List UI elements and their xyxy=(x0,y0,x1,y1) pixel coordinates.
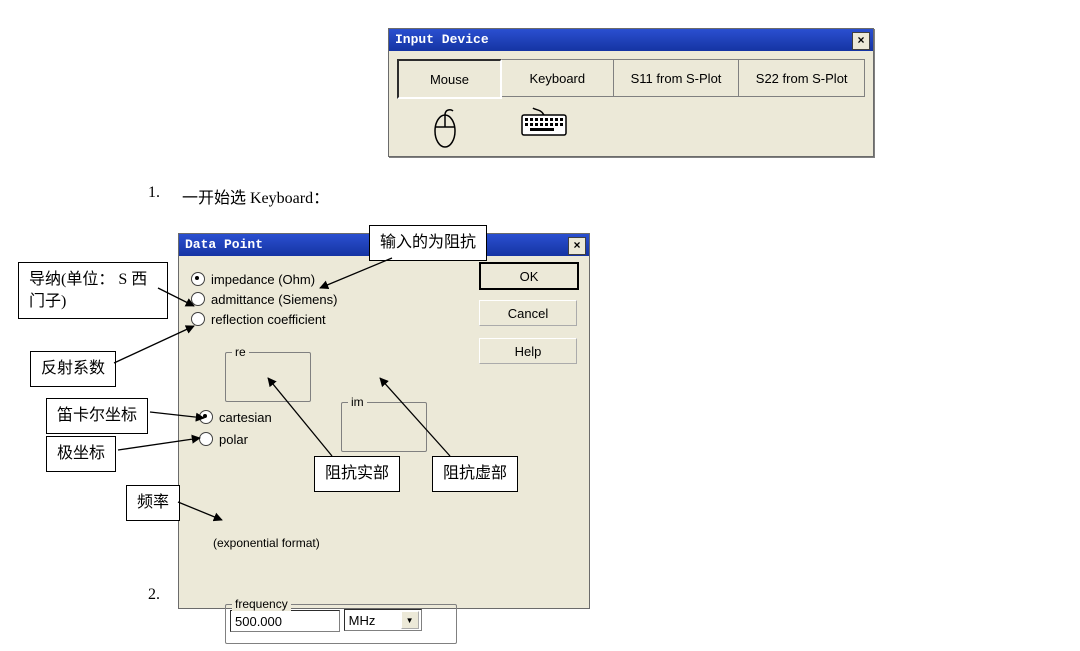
input-device-title: Input Device xyxy=(395,32,489,47)
radio-impedance-label: impedance (Ohm) xyxy=(211,272,315,287)
cancel-label: Cancel xyxy=(508,306,548,321)
ok-label: OK xyxy=(520,269,539,284)
re-input[interactable] xyxy=(230,357,304,391)
anno-re: 阻抗实部 xyxy=(314,456,400,492)
list-item-1-text: 一开始选 Keyboard： xyxy=(182,184,329,208)
anno-impedance-hint: 输入的为阻抗 xyxy=(369,225,487,261)
tab-s22-label: S22 from S-Plot xyxy=(756,71,848,86)
tab-keyboard-label: Keyboard xyxy=(529,71,585,86)
radio-admittance-label: admittance (Siemens) xyxy=(211,292,337,307)
radio-cartesian-label: cartesian xyxy=(219,410,272,425)
re-fieldset: re xyxy=(225,352,311,402)
list-item-1-number: 1. xyxy=(148,184,160,202)
tab-s22[interactable]: S22 from S-Plot xyxy=(739,59,865,97)
radio-impedance[interactable]: impedance (Ohm) xyxy=(191,270,337,288)
frequency-fieldset: frequency MHz ▼ xyxy=(225,604,457,644)
anno-im: 阻抗虚部 xyxy=(432,456,518,492)
cancel-button[interactable]: Cancel xyxy=(479,300,577,326)
mouse-icon xyxy=(429,107,461,152)
radio-reflection-dot[interactable] xyxy=(191,312,205,326)
radio-polar[interactable]: polar xyxy=(199,430,272,448)
list-item-2-number: 2. xyxy=(148,586,160,604)
anno-polar: 极坐标 xyxy=(46,436,116,472)
input-device-dialog: Input Device × Mouse Keyboard S11 from S… xyxy=(388,28,874,157)
input-device-titlebar: Input Device × xyxy=(389,29,873,51)
anno-reflection: 反射系数 xyxy=(30,351,116,387)
exponential-format-label: (exponential format) xyxy=(213,536,320,550)
radio-impedance-dot[interactable] xyxy=(191,272,205,286)
help-label: Help xyxy=(515,344,542,359)
ok-button[interactable]: OK xyxy=(479,262,579,290)
radio-polar-label: polar xyxy=(219,432,248,447)
data-point-dialog: Data Point × impedance (Ohm) admittance … xyxy=(178,233,590,609)
close-icon[interactable]: × xyxy=(568,237,586,255)
chevron-down-icon: ▼ xyxy=(401,611,419,629)
anno-admittance: 导纳(单位： S 西门子) xyxy=(18,262,168,319)
im-fieldset: im xyxy=(341,402,427,452)
radio-reflection-label: reflection coefficient xyxy=(211,312,326,327)
radio-reflection[interactable]: reflection coefficient xyxy=(191,310,337,328)
tab-s11[interactable]: S11 from S-Plot xyxy=(614,59,740,97)
input-device-tabs: Mouse Keyboard S11 from S-Plot S22 from … xyxy=(389,51,873,107)
frequency-input[interactable] xyxy=(230,610,340,632)
im-input[interactable] xyxy=(346,407,420,441)
keyboard-icon xyxy=(521,107,567,152)
frequency-unit-select[interactable]: MHz ▼ xyxy=(344,609,422,631)
frequency-unit-label: MHz xyxy=(349,613,376,628)
close-icon[interactable]: × xyxy=(852,32,870,50)
radio-cartesian-dot[interactable] xyxy=(199,410,213,424)
data-point-title: Data Point xyxy=(185,237,263,252)
tab-keyboard[interactable]: Keyboard xyxy=(502,59,614,97)
tab-s11-label: S11 from S-Plot xyxy=(631,71,722,86)
radio-admittance[interactable]: admittance (Siemens) xyxy=(191,290,337,308)
anno-cartesian: 笛卡尔坐标 xyxy=(46,398,148,434)
tab-mouse[interactable]: Mouse xyxy=(397,59,502,99)
radio-cartesian[interactable]: cartesian xyxy=(199,408,272,426)
frequency-legend: frequency xyxy=(232,597,291,611)
im-legend: im xyxy=(348,395,367,409)
help-button[interactable]: Help xyxy=(479,338,577,364)
radio-admittance-dot[interactable] xyxy=(191,292,205,306)
tab-mouse-label: Mouse xyxy=(430,72,469,87)
re-legend: re xyxy=(232,345,249,359)
anno-frequency: 频率 xyxy=(126,485,180,521)
radio-polar-dot[interactable] xyxy=(199,432,213,446)
